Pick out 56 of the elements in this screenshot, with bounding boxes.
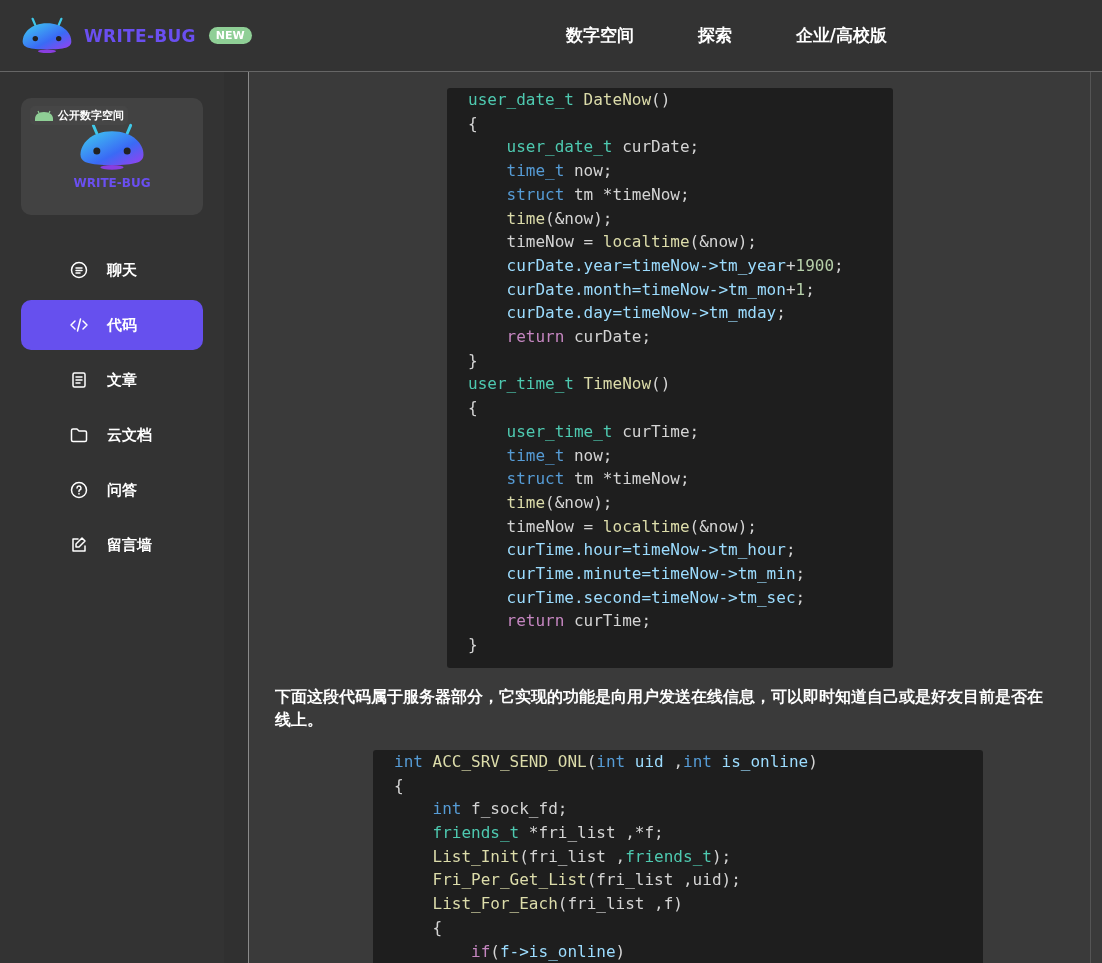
code-icon (69, 315, 89, 335)
code-line: List_For_Each(fri_list ,f) (431, 893, 684, 916)
code-line: time_t now; (505, 160, 614, 183)
space-name: WRITE-BUG (73, 176, 151, 190)
logo-icon[interactable] (20, 16, 74, 55)
code-line: friends_t *fri_list ,*f; (431, 822, 665, 844)
code-line: { (394, 774, 405, 797)
code-line: time_t now; (505, 444, 614, 467)
code-line: time(&now); (505, 207, 614, 230)
sidebar-item[interactable]: 云文档 (21, 410, 203, 460)
sidebar-item[interactable]: 文章 (21, 355, 203, 405)
code-line: { (468, 112, 479, 135)
code-line: return curTime; (505, 610, 653, 633)
chat-icon (69, 260, 89, 280)
question-icon (69, 480, 89, 500)
code-line: user_time_t TimeNow() (468, 373, 672, 396)
code-line: curDate.day=timeNow->tm_mday; (505, 302, 787, 325)
code-line: user_date_t curDate; (505, 136, 701, 159)
folder-icon (69, 425, 89, 445)
code-line: curDate.year=timeNow->tm_year+1900; (505, 254, 845, 277)
sidebar-item[interactable]: 留言墙 (21, 520, 203, 570)
new-badge: NEW (208, 27, 252, 44)
code-line: } (468, 349, 479, 372)
sidebar-item[interactable]: 聊天 (21, 245, 203, 295)
code-line: struct tm *timeNow; (505, 183, 691, 206)
code-line: user_time_t curTime; (505, 420, 701, 443)
code-line: struct tm *timeNow; (505, 468, 691, 491)
nav-link[interactable]: 探索 (673, 24, 756, 47)
code-line: } (468, 634, 479, 657)
code-line: List_Init(fri_list ,friends_t); (431, 845, 733, 868)
code-line: return curDate; (505, 326, 653, 349)
code-line: int ACC_SRV_SEND_ONL(int uid ,int is_online) (394, 750, 819, 773)
robot-icon (34, 109, 54, 122)
code-line: curTime.hour=timeNow->tm_hour; (505, 539, 797, 562)
code-line: curTime.minute=timeNow->tm_min; (505, 563, 807, 586)
sidebar-item[interactable]: 代码 (21, 300, 203, 350)
paragraph: 下面这段代码属于服务器部分，它实现的功能是向用户发送在线信息，可以即时知道自己或是好友目前是否在线上。 (275, 686, 1044, 731)
code-line: timeNow = localtime(&now); (505, 231, 758, 254)
sidebar-item[interactable]: 问答 (21, 465, 203, 515)
space-card[interactable]: 公开数字空间 WRITE-BUG (21, 98, 203, 215)
document-icon (69, 370, 89, 390)
nav-link[interactable]: 数字空间 (541, 24, 658, 47)
code-line: curTime.second=timeNow->tm_sec; (505, 586, 807, 609)
code-line: timeNow = localtime(&now); (505, 515, 758, 538)
code-line: int f_sock_fd; (431, 798, 569, 821)
code-line: time(&now); (505, 491, 614, 514)
code-line: curDate.month=timeNow->tm_mon+1; (505, 278, 816, 301)
edit-icon (69, 535, 89, 555)
code-line: { (431, 916, 444, 939)
code-line: Fri_Per_Get_List(fri_list ,uid); (431, 869, 742, 892)
tag-label: 公开数字空间 (58, 108, 124, 123)
code-line: if(f->is_online) (470, 940, 627, 963)
brand-name: WRITE-BUG (84, 25, 196, 46)
code-line: user_date_t DateNow() (468, 89, 672, 111)
nav-link[interactable]: 企业/高校版 (771, 24, 911, 47)
code-line: { (468, 397, 479, 420)
